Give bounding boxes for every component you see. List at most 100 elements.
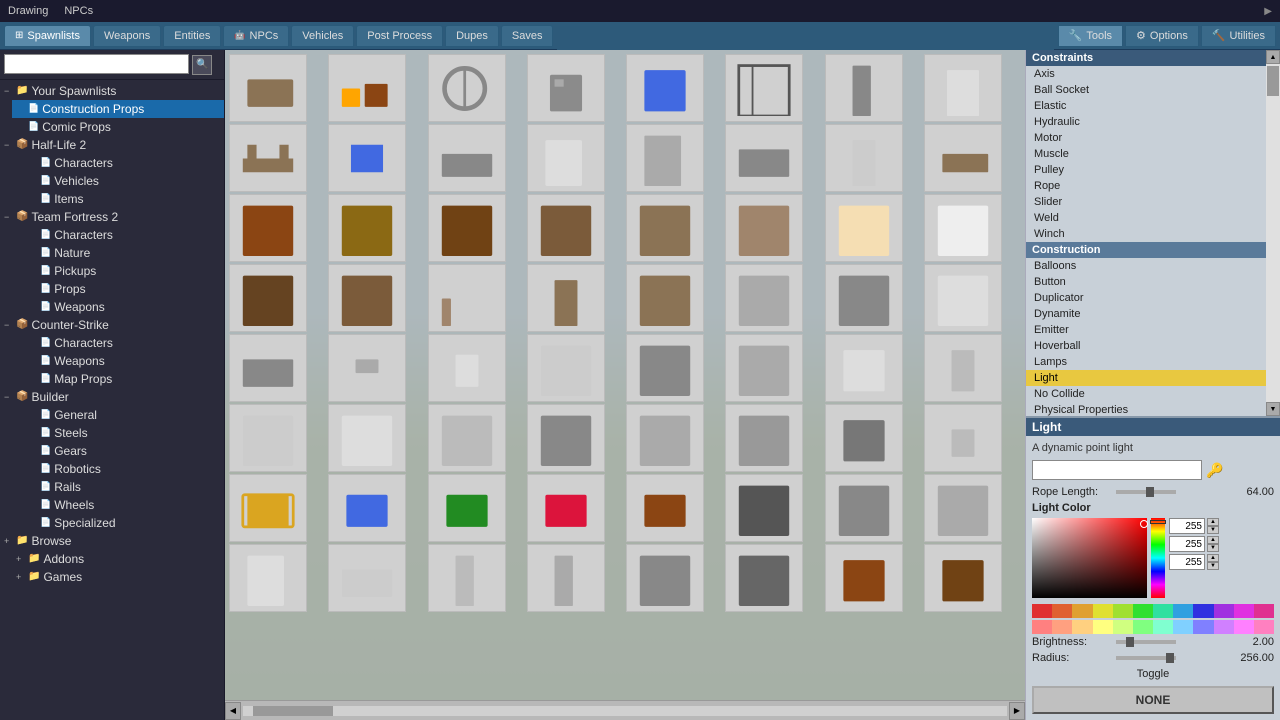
prop-item[interactable] xyxy=(626,54,704,122)
prop-item[interactable] xyxy=(328,194,406,262)
constraint-slider[interactable]: Slider xyxy=(1026,194,1266,210)
constraint-elastic[interactable]: Elastic xyxy=(1026,98,1266,114)
prop-item[interactable] xyxy=(328,264,406,332)
prop-item[interactable] xyxy=(527,404,605,472)
tree-hl2[interactable]: − 📦 Half-Life 2 xyxy=(0,136,224,154)
tree-construction-props[interactable]: 📄 Construction Props xyxy=(12,100,224,118)
scroll-left-button[interactable]: ◀ xyxy=(225,702,241,720)
tree-addons[interactable]: + 📁 Addons xyxy=(12,550,224,568)
light-dropdown[interactable] xyxy=(1032,460,1202,480)
construction-hoverball[interactable]: Hoverball xyxy=(1026,338,1266,354)
tree-comic-props[interactable]: 📄 Comic Props xyxy=(12,118,224,136)
palette-color[interactable] xyxy=(1173,620,1193,634)
prop-grid-container[interactable] xyxy=(225,50,1025,700)
key-icon[interactable]: 🔑 xyxy=(1206,462,1223,479)
tree-tf2-characters[interactable]: 📄 Characters xyxy=(24,226,224,244)
prop-item[interactable] xyxy=(924,544,1002,612)
tree-cs[interactable]: − 📦 Counter-Strike xyxy=(0,316,224,334)
prop-item[interactable] xyxy=(924,124,1002,192)
tree-builder-specialized[interactable]: 📄 Specialized xyxy=(24,514,224,532)
slider-thumb[interactable] xyxy=(1126,637,1134,647)
prop-item[interactable] xyxy=(924,404,1002,472)
tree-builder-gears[interactable]: 📄 Gears xyxy=(24,442,224,460)
prop-item[interactable] xyxy=(825,54,903,122)
prop-item[interactable] xyxy=(725,474,803,542)
tab-dupes[interactable]: Dupes xyxy=(445,25,499,47)
prop-item[interactable] xyxy=(428,54,506,122)
maximize-icon[interactable]: ▶ xyxy=(1264,6,1272,17)
prop-item[interactable] xyxy=(527,334,605,402)
prop-item[interactable] xyxy=(924,264,1002,332)
palette-color[interactable] xyxy=(1193,604,1213,618)
color-gradient-area[interactable] xyxy=(1032,518,1147,598)
palette-color[interactable] xyxy=(1193,620,1213,634)
tree-hl2-items[interactable]: 📄 Items xyxy=(24,190,224,208)
palette-color[interactable] xyxy=(1032,620,1052,634)
radius-slider[interactable] xyxy=(1116,652,1234,664)
constraint-ball-socket[interactable]: Ball Socket xyxy=(1026,82,1266,98)
prop-item[interactable] xyxy=(328,124,406,192)
palette-color[interactable] xyxy=(1052,620,1072,634)
construction-light[interactable]: Light xyxy=(1026,370,1266,386)
tab-post-process[interactable]: Post Process xyxy=(356,25,443,47)
constraint-rope[interactable]: Rope xyxy=(1026,178,1266,194)
prop-item[interactable] xyxy=(428,544,506,612)
slider-thumb[interactable] xyxy=(1166,653,1174,663)
prop-item[interactable] xyxy=(328,404,406,472)
prop-item[interactable] xyxy=(725,334,803,402)
prop-item[interactable] xyxy=(229,544,307,612)
tab-options[interactable]: ⚙ Options xyxy=(1125,25,1199,47)
tree-hl2-characters[interactable]: 📄 Characters xyxy=(24,154,224,172)
construction-lamps[interactable]: Lamps xyxy=(1026,354,1266,370)
prop-item[interactable] xyxy=(626,124,704,192)
prop-item[interactable] xyxy=(328,334,406,402)
tree-games[interactable]: + 📁 Games xyxy=(12,568,224,586)
prop-item[interactable] xyxy=(428,124,506,192)
green-up[interactable]: ▲ xyxy=(1207,536,1219,544)
prop-item[interactable] xyxy=(924,334,1002,402)
palette-color[interactable] xyxy=(1214,620,1234,634)
prop-item[interactable] xyxy=(725,544,803,612)
tab-tools[interactable]: 🔧 Tools xyxy=(1058,25,1123,47)
red-input[interactable] xyxy=(1169,518,1205,534)
vscroll-thumb[interactable] xyxy=(1267,66,1279,96)
constraint-pulley[interactable]: Pulley xyxy=(1026,162,1266,178)
prop-item[interactable] xyxy=(428,264,506,332)
palette-color[interactable] xyxy=(1072,604,1092,618)
prop-item[interactable] xyxy=(825,404,903,472)
prop-item[interactable] xyxy=(229,264,307,332)
tab-utilities[interactable]: 🔨 Utilities xyxy=(1201,25,1276,47)
vscroll-up-button[interactable]: ▲ xyxy=(1266,50,1280,64)
tree-tf2-weapons[interactable]: 📄 Weapons xyxy=(24,298,224,316)
tree-tf2[interactable]: − 📦 Team Fortress 2 xyxy=(0,208,224,226)
palette-color[interactable] xyxy=(1113,604,1133,618)
prop-item[interactable] xyxy=(428,404,506,472)
prop-item[interactable] xyxy=(328,54,406,122)
palette-color[interactable] xyxy=(1234,620,1254,634)
palette-color[interactable] xyxy=(1153,620,1173,634)
constraint-muscle[interactable]: Muscle xyxy=(1026,146,1266,162)
prop-item[interactable] xyxy=(725,124,803,192)
horizontal-scroll-thumb[interactable] xyxy=(253,706,333,716)
prop-item[interactable] xyxy=(725,194,803,262)
palette-color[interactable] xyxy=(1173,604,1193,618)
bottom-scrollbar[interactable]: ◀ ▶ xyxy=(225,700,1025,720)
prop-item[interactable] xyxy=(229,54,307,122)
tree-browse[interactable]: + 📁 Browse xyxy=(0,532,224,550)
prop-item[interactable] xyxy=(626,194,704,262)
prop-item[interactable] xyxy=(924,474,1002,542)
palette-color[interactable] xyxy=(1072,620,1092,634)
constraint-axis[interactable]: Axis xyxy=(1026,66,1266,82)
tree-builder-wheels[interactable]: 📄 Wheels xyxy=(24,496,224,514)
construction-no-collide[interactable]: No Collide xyxy=(1026,386,1266,402)
palette-color[interactable] xyxy=(1153,604,1173,618)
hue-strip[interactable] xyxy=(1151,518,1165,598)
prop-item[interactable] xyxy=(626,334,704,402)
green-input[interactable] xyxy=(1169,536,1205,552)
prop-item[interactable] xyxy=(924,54,1002,122)
scroll-right-button[interactable]: ▶ xyxy=(1009,702,1025,720)
prop-item[interactable] xyxy=(626,474,704,542)
palette-color[interactable] xyxy=(1052,604,1072,618)
palette-color[interactable] xyxy=(1254,620,1274,634)
prop-item[interactable] xyxy=(825,124,903,192)
